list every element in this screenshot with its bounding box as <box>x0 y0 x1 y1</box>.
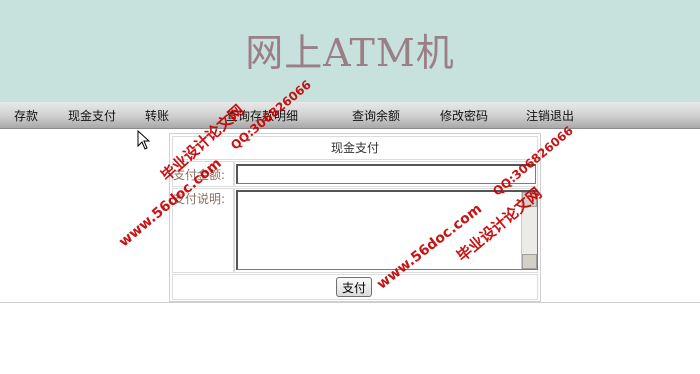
mouse-pointer-icon <box>137 130 151 150</box>
amount-input[interactable] <box>236 164 536 184</box>
nav-item-deposit[interactable]: 存款 <box>14 107 38 124</box>
nav-item-check-balance[interactable]: 查询余额 <box>352 107 400 124</box>
nav-item-transfer[interactable]: 转账 <box>145 107 169 124</box>
nav-bar: 存款 现金支付 转账 查询存款明细 查询余额 修改密码 注销退出 <box>0 102 700 129</box>
scroll-down-button[interactable] <box>522 254 537 269</box>
header-banner: 网上ATM机 <box>0 0 700 102</box>
nav-item-cash-payment[interactable]: 现金支付 <box>68 107 116 124</box>
form-title: 现金支付 <box>330 141 379 155</box>
nav-item-change-password[interactable]: 修改密码 <box>440 107 488 124</box>
app-title: 网上ATM机 <box>245 31 455 75</box>
nav-item-logout[interactable]: 注销退出 <box>526 107 574 124</box>
divider <box>0 302 700 303</box>
cash-payment-form: 现金支付 支付金额: 支付说明: 支付 <box>169 133 541 302</box>
pay-button[interactable]: 支付 <box>336 277 372 297</box>
